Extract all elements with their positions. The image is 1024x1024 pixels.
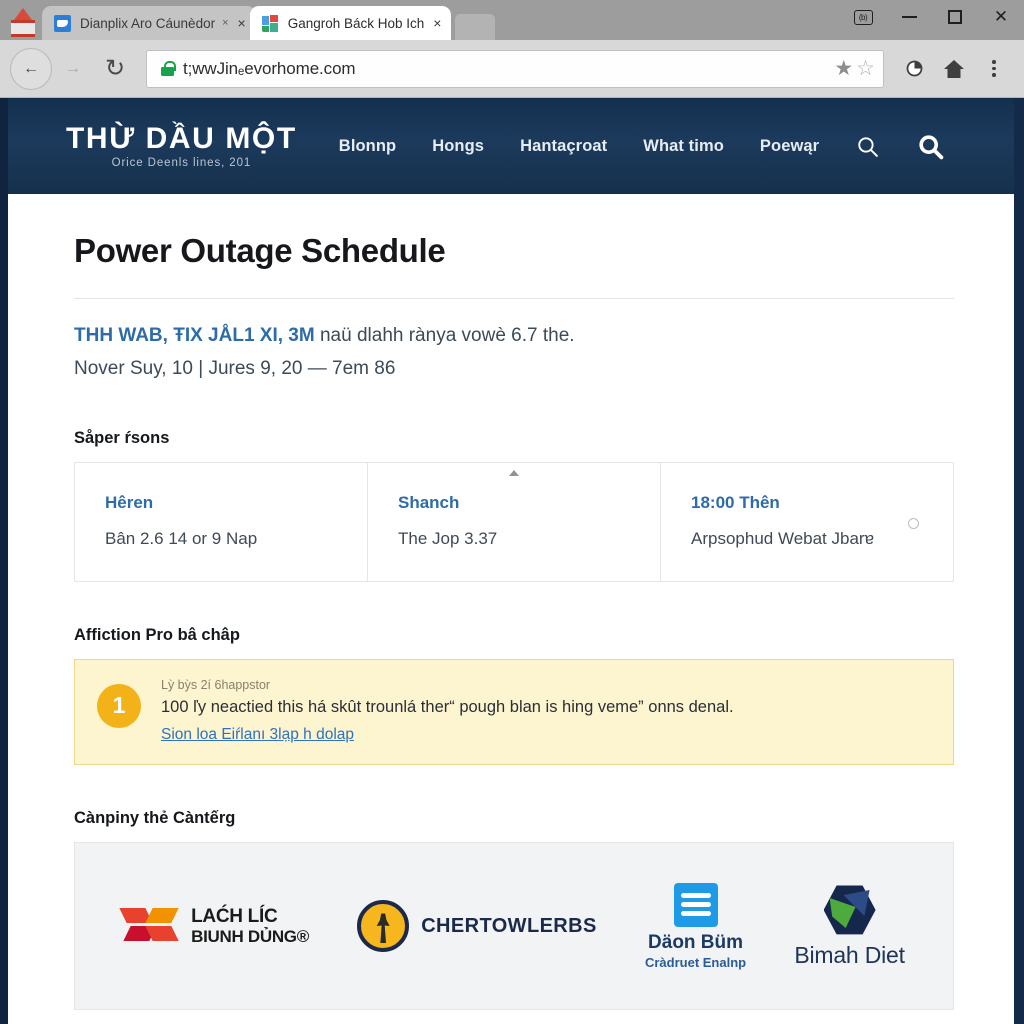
card-title: 18:00 Thên [691, 492, 780, 512]
title-divider [74, 298, 954, 299]
partner-logo-2[interactable]: CHERTOWLERBS [357, 900, 597, 953]
partners-section-heading: Cànpiny thẻ Càntếrg [74, 809, 236, 828]
nav-item-poewar[interactable]: Poewąr [760, 137, 819, 156]
nav-item-blonnp[interactable]: Blonnp [339, 137, 396, 156]
tab-close-icon[interactable]: × [433, 16, 441, 30]
bookmark-filled-icon[interactable]: ★ [834, 58, 853, 79]
chevron-up-icon [509, 469, 519, 476]
alert-banner: 1 Lỳ bỳs 2í 6happstor 100 ľy neactied th… [74, 658, 954, 766]
site-logo[interactable]: THỪ DẦU MỘT Orice Deenls lines, 201 [66, 123, 297, 170]
card-body: Arpsophud Webat Jbarɐ [691, 528, 875, 548]
x-mark-logo-icon [119, 904, 179, 948]
document-favicon [54, 14, 71, 32]
lede-rest: naü dlahh rànya vowè 6.7 the. [314, 325, 575, 346]
circular-seal-logo-icon [357, 900, 410, 953]
partner-logo-4[interactable]: Bimah Diet [794, 884, 905, 969]
right-gutter [1014, 98, 1024, 1024]
minimize-button[interactable] [886, 0, 932, 34]
browser-tab-1[interactable]: Dianplix Aro Cáunèdor × × [42, 6, 256, 40]
blue-square-logo-icon [673, 883, 718, 928]
status-circle-icon[interactable] [908, 517, 919, 529]
browser-tab-2[interactable]: Gangroh Báck Hob Ich × [249, 6, 452, 40]
partner-label: LAĆH LÍC BƖUNH DỦNG® [191, 906, 309, 946]
hexagon-logo-icon [823, 884, 876, 936]
alert-section-heading: Affiction Pro bâ châp [74, 625, 240, 644]
colored-squares-favicon [261, 14, 279, 32]
url-text: t;wwJinₑevorhome.com [183, 58, 356, 78]
browser-menu-icon[interactable] [974, 49, 1014, 89]
partner-name-line1: Bimah Diet [794, 941, 905, 968]
browser-window: Dianplix Aro Cáunèdor × × Gangroh Báck H… [0, 0, 1024, 1024]
partner-logo-3[interactable]: Däon Büm Cràdruet Enalnp [645, 883, 746, 970]
alert-text: 100 ľy neactied this há skût trounlá the… [161, 697, 734, 716]
bookmark-hollow-icon[interactable]: ☆ [856, 58, 875, 79]
close-window-button[interactable]: ✕ [978, 0, 1024, 34]
partner-logo-1[interactable]: LAĆH LÍC BƖUNH DỦNG® [119, 904, 309, 948]
left-gutter [0, 98, 8, 1024]
schedule-card-1[interactable]: Hêren Bân 2.6 14 or 9 Nap [75, 462, 368, 581]
partner-name-line1: LAĆH LÍC [191, 906, 278, 928]
alert-body: Lỳ bỳs 2í 6happstor 100 ľy neactied this… [161, 678, 734, 745]
nav-item-what-timo[interactable]: What timo [643, 137, 724, 156]
card-title: Shanch [398, 492, 460, 512]
secure-lock-icon [161, 61, 176, 76]
tab-strip: Dianplix Aro Cáunèdor × × Gangroh Báck H… [0, 0, 1024, 40]
nav-item-hantacroat[interactable]: Hantaçroat [520, 137, 607, 156]
window-corner-icon [8, 6, 38, 37]
partner-name-line1: CHERTOWLERBS [421, 914, 597, 937]
reload-button[interactable]: ↻ [94, 48, 136, 90]
search-icon-bold[interactable] [916, 132, 945, 161]
schedule-section-heading: Såper ŕsons [74, 428, 170, 447]
search-icon[interactable] [855, 134, 880, 159]
brand-name: THỪ DẦU MỘT [66, 121, 297, 155]
card-title: Hêren [105, 492, 154, 512]
schedule-card-3[interactable]: 18:00 Thên Arpsophud Webat Jbarɐ [661, 463, 953, 581]
partner-label: Däon Büm Cràdruet Enalnp [645, 933, 746, 970]
schedule-card-2[interactable]: Shanch The Jop 3.37 [368, 462, 661, 581]
back-button[interactable]: ← [10, 47, 52, 90]
tab-close-icon[interactable]: × [238, 16, 246, 30]
nav-item-hongs[interactable]: Hongs [432, 137, 484, 156]
page-content: Power Outage Schedule THH WAB, ŦIX JÅL1 … [0, 194, 1024, 1024]
window-controls: (b) ✕ [840, 0, 1024, 34]
home-icon[interactable] [934, 49, 974, 89]
new-tab-button[interactable] [455, 14, 496, 40]
partner-name-line2: BƖUNH DỦNG® [191, 926, 309, 946]
partner-name-line1: Däon Büm [648, 932, 744, 954]
lede-highlight: THH WAB, ŦIX JÅL1 XІ, 3M [74, 325, 315, 346]
browser-toolbar: ← → ↻ t;wwJinₑevorhome.com ★ ☆ [0, 40, 1024, 98]
primary-nav: Blonnp Hongs Hantaçroat What timo Poewąr [339, 132, 945, 161]
window-badge-icon[interactable]: (b) [840, 0, 886, 34]
card-body: Bân 2.6 14 or 9 Nap [105, 528, 258, 548]
tab-mute-icon[interactable]: × [222, 17, 228, 29]
site-header: THỪ DẦU MỘT Orice Deenls lines, 201 Blon… [0, 98, 1024, 194]
page-title: Power Outage Schedule [74, 232, 446, 269]
alert-kicker: Lỳ bỳs 2í 6happstor [161, 677, 271, 692]
schedule-card-row: Hêren Bân 2.6 14 or 9 Nap Shanch The Jop… [74, 461, 954, 582]
extension-icon[interactable] [894, 49, 934, 89]
alert-link[interactable]: Sion loa Eiŕlanı 3lạp h dolap [161, 726, 354, 744]
partner-logo-strip: LAĆH LÍC BƖUNH DỦNG® CHERTOWLERBS Däon B… [74, 842, 954, 1011]
forward-button[interactable]: → [52, 48, 94, 90]
partner-name-line2: Cràdruet Enalnp [644, 954, 747, 970]
brand-subtitle: Orice Deenls lines, 201 [111, 157, 252, 170]
alert-count-badge: 1 [97, 683, 141, 728]
maximize-button[interactable] [932, 0, 978, 34]
card-body: The Jop 3.37 [398, 528, 498, 548]
lede-paragraph-line2: Nover Suy, 10 | Jures 9, 20 — 7em 86 [74, 357, 396, 379]
page-viewport: THỪ DẦU MỘT Orice Deenls lines, 201 Blon… [0, 98, 1024, 1024]
lede-paragraph: THH WAB, ŦIX JÅL1 XІ, 3M naü dlahh rànya… [74, 321, 954, 352]
address-bar[interactable]: t;wwJinₑevorhome.com ★ ☆ [146, 49, 884, 88]
tab-title: Dianplix Aro Cáunèdor [80, 15, 216, 31]
tab-title: Gangroh Báck Hob Ich [287, 15, 425, 31]
